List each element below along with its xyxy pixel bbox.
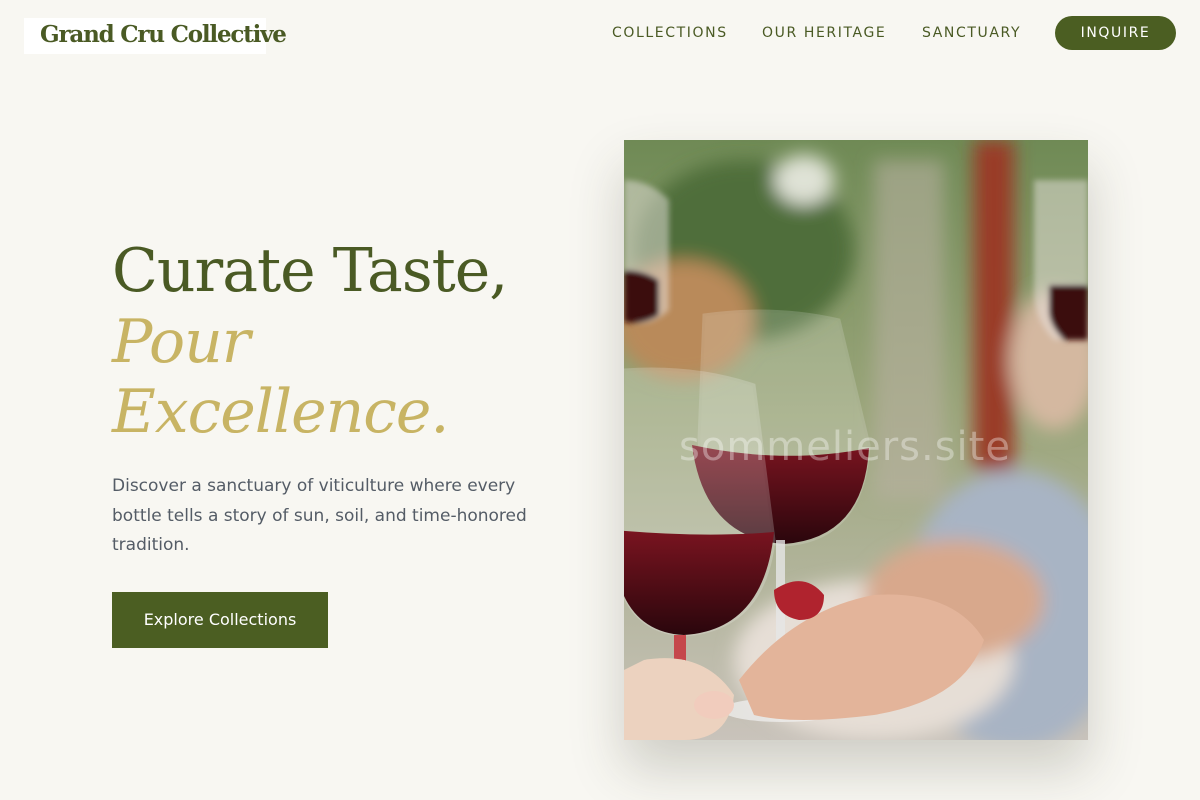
hero-description: Discover a sanctuary of viticulture wher…: [112, 476, 527, 555]
logo-container[interactable]: Grand Cru Collective: [24, 18, 287, 54]
brand-logo[interactable]: Grand Cru Collective: [40, 20, 287, 50]
image-watermark: sommeliers.site: [679, 424, 1011, 470]
nav-collections[interactable]: COLLECTIONS: [612, 24, 728, 42]
nav-our-heritage[interactable]: OUR HERITAGE: [762, 24, 886, 42]
explore-collections-button[interactable]: Explore Collections: [112, 592, 328, 648]
hero-headline-line1: Curate Taste,: [112, 236, 508, 306]
hero-wine-toast-image: sommeliers.site: [624, 140, 1088, 740]
nav-sanctuary[interactable]: SANCTUARY: [922, 24, 1021, 42]
hero-headline-line2: Pour: [112, 307, 250, 377]
hero-headline-line3: Excellence.: [112, 377, 449, 447]
site-header: Grand Cru Collective COLLECTIONS OUR HER…: [0, 0, 1200, 66]
inquire-button[interactable]: INQUIRE: [1055, 16, 1176, 50]
